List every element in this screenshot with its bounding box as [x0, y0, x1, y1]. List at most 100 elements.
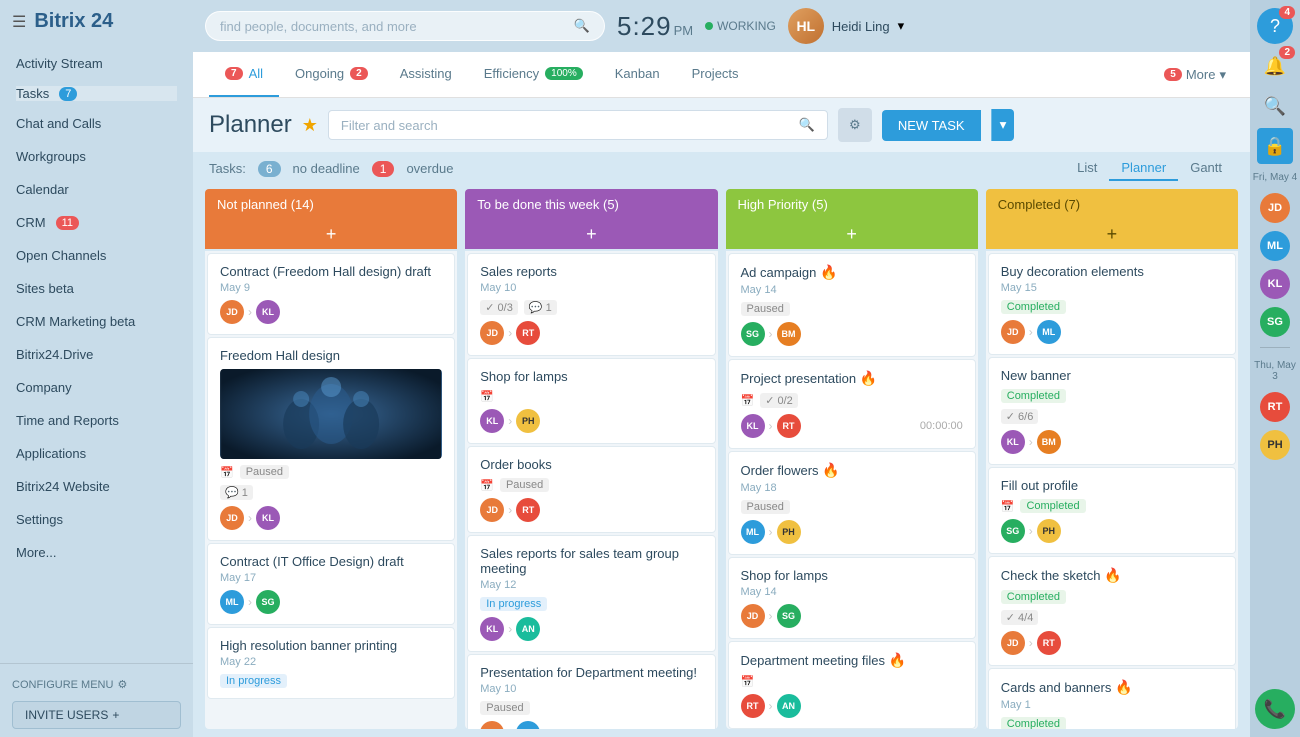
sidebar-item-open-channels[interactable]: Open Channels [0, 239, 193, 272]
avatar: AN [516, 617, 540, 641]
task-card[interactable]: Shop for lamps 📅 KL › PH [467, 358, 715, 444]
task-title: Presentation for Department meeting! [480, 665, 702, 680]
task-card[interactable]: Order flowers 🔥 May 18 Paused ML › PH [728, 451, 976, 555]
col-to-be-done: To be done this week (5) + Sales reports… [465, 189, 717, 729]
sidebar-item-website[interactable]: Bitrix24 Website [0, 470, 193, 503]
task-card[interactable]: Order books 📅 Paused JD › RT [467, 446, 715, 533]
planner-title: Planner [209, 111, 292, 139]
view-tab-gantt[interactable]: Gantt [1178, 156, 1234, 181]
sidebar: ☰ Bitrix 24 Activity Stream Tasks 7 Chat… [0, 0, 193, 737]
sidebar-item-settings[interactable]: Settings [0, 503, 193, 536]
avatar-thu-1[interactable]: RT [1260, 392, 1290, 422]
tab-assisting[interactable]: Assisting [384, 52, 468, 97]
tab-projects[interactable]: Projects [676, 52, 755, 97]
invite-users-button[interactable]: INVITE USERS + [12, 701, 181, 729]
sidebar-item-time-reports[interactable]: Time and Reports [0, 404, 193, 437]
date-fri: Fri, May 4 [1253, 168, 1297, 187]
col-not-planned-cards: Contract (Freedom Hall design) draft May… [205, 251, 457, 729]
col-to-be-done-add[interactable]: + [465, 220, 717, 249]
question-icon[interactable]: ? 4 [1257, 8, 1293, 44]
task-card[interactable]: Ad campaign 🔥 May 14 Paused SG › BM [728, 253, 976, 357]
chevron-right-icon: › [508, 414, 512, 428]
configure-menu[interactable]: CONFIGURE MENU ⚙ [12, 672, 181, 697]
task-card[interactable]: Sales reports for sales team group meeti… [467, 535, 715, 652]
planner-search[interactable]: Filter and search 🔍 [328, 110, 828, 140]
avatar: SG [256, 590, 280, 614]
task-card[interactable]: Fill out profile 📅 Completed SG › PH [988, 467, 1236, 554]
avatar-fri-2[interactable]: ML [1260, 231, 1290, 261]
view-tab-planner[interactable]: Planner [1109, 156, 1178, 181]
col-high-priority-add[interactable]: + [726, 220, 978, 249]
task-card[interactable]: New banner Completed ✓ 6/6 KL › BM [988, 357, 1236, 465]
task-card[interactable]: Freedom Hall design [207, 337, 455, 541]
sidebar-item-chat[interactable]: Chat and Calls [0, 107, 193, 140]
tab-kanban[interactable]: Kanban [599, 52, 676, 97]
sidebar-item-tasks[interactable]: Tasks 7 [16, 86, 177, 101]
user-info[interactable]: HL Heidi Ling ▾ [788, 8, 904, 44]
status-badge: Paused [480, 701, 529, 715]
task-meta: In progress [480, 597, 702, 611]
settings-button[interactable]: ⚙ [838, 108, 872, 142]
task-card[interactable]: Cards and banners 🔥 May 1 Completed ML ›… [988, 668, 1236, 729]
star-icon[interactable]: ★ [302, 115, 318, 136]
sidebar-item-crm-marketing[interactable]: CRM Marketing beta [0, 305, 193, 338]
planner-header: Planner ★ Filter and search 🔍 ⚙ NEW TASK… [193, 98, 1250, 152]
search-icon[interactable]: 🔍 [1257, 88, 1293, 124]
task-meta: Paused [741, 500, 963, 514]
task-date: May 9 [220, 282, 442, 294]
avatar-fri-1[interactable]: JD [1260, 193, 1290, 223]
fire-icon: 🔥 [820, 264, 837, 280]
hamburger-icon[interactable]: ☰ [12, 12, 26, 32]
task-title: Buy decoration elements [1001, 264, 1223, 279]
sidebar-item-workgroups[interactable]: Workgroups [0, 140, 193, 173]
col-not-planned: Not planned (14) + Contract (Freedom Hal… [205, 189, 457, 729]
chevron-right-icon: › [1029, 636, 1033, 650]
sidebar-item-crm[interactable]: CRM 11 [0, 206, 193, 239]
view-tab-list[interactable]: List [1065, 156, 1109, 181]
lock-icon[interactable]: 🔒 [1257, 128, 1293, 164]
search-bar[interactable]: find people, documents, and more 🔍 [205, 11, 605, 41]
task-card[interactable]: Department meeting files 🔥 📅 RT › AN [728, 641, 976, 729]
task-card[interactable]: Presentation for Department meeting! May… [467, 654, 715, 729]
sidebar-item-sites[interactable]: Sites beta [0, 272, 193, 305]
task-card[interactable]: Contract (IT Office Design) draft May 17… [207, 543, 455, 625]
chevron-right-icon: › [769, 419, 773, 433]
check-badge: ✓ 0/2 [760, 393, 798, 408]
task-title: High resolution banner printing [220, 638, 442, 653]
task-title: Freedom Hall design [220, 348, 442, 363]
tab-ongoing[interactable]: Ongoing 2 [279, 52, 384, 97]
task-card[interactable]: High resolution banner printing May 22 I… [207, 627, 455, 699]
sidebar-item-label: Applications [16, 446, 86, 461]
col-not-planned-add[interactable]: + [205, 220, 457, 249]
avatar-fri-4[interactable]: SG [1260, 307, 1290, 337]
task-card[interactable]: Sales reports May 10 ✓ 0/3 💬 1 JD › RT [467, 253, 715, 356]
new-task-dropdown[interactable]: ▾ [991, 109, 1015, 141]
sidebar-item-label: Open Channels [16, 248, 106, 263]
avatar-fri-3[interactable]: KL [1260, 269, 1290, 299]
task-card[interactable]: Buy decoration elements May 15 Completed… [988, 253, 1236, 355]
avatar-thu-2[interactable]: PH [1260, 430, 1290, 460]
task-card[interactable]: Contract (Freedom Hall design) draft May… [207, 253, 455, 335]
tabs-more[interactable]: 5 More ▾ [1156, 53, 1234, 97]
sidebar-item-activity-stream[interactable]: Activity Stream [0, 47, 193, 80]
overdue-badge: 1 [372, 161, 395, 177]
new-task-button[interactable]: NEW TASK [882, 110, 981, 141]
task-card[interactable]: Check the sketch 🔥 Completed ✓ 4/4 JD › … [988, 556, 1236, 666]
sidebar-item-more[interactable]: More... [0, 536, 193, 569]
bell-icon[interactable]: 🔔 2 [1257, 48, 1293, 84]
chevron-right-icon: › [508, 622, 512, 636]
tab-all[interactable]: 7 All [209, 52, 279, 97]
notification-badge: 4 [1279, 6, 1295, 19]
tab-efficiency[interactable]: Efficiency 100% [468, 52, 599, 97]
sidebar-item-drive[interactable]: Bitrix24.Drive [0, 338, 193, 371]
col-completed-add[interactable]: + [986, 220, 1238, 249]
sidebar-item-calendar[interactable]: Calendar [0, 173, 193, 206]
tab-assisting-label: Assisting [400, 66, 452, 81]
avatar-row: JD › RT [480, 498, 702, 522]
task-card[interactable]: Shop for lamps May 14 JD › SG [728, 557, 976, 639]
sidebar-item-applications[interactable]: Applications [0, 437, 193, 470]
sidebar-item-company[interactable]: Company [0, 371, 193, 404]
task-date: May 12 [480, 579, 702, 591]
phone-btn[interactable]: 📞 [1255, 689, 1295, 729]
task-card[interactable]: Project presentation 🔥 📅 ✓ 0/2 KL › RT 0… [728, 359, 976, 449]
